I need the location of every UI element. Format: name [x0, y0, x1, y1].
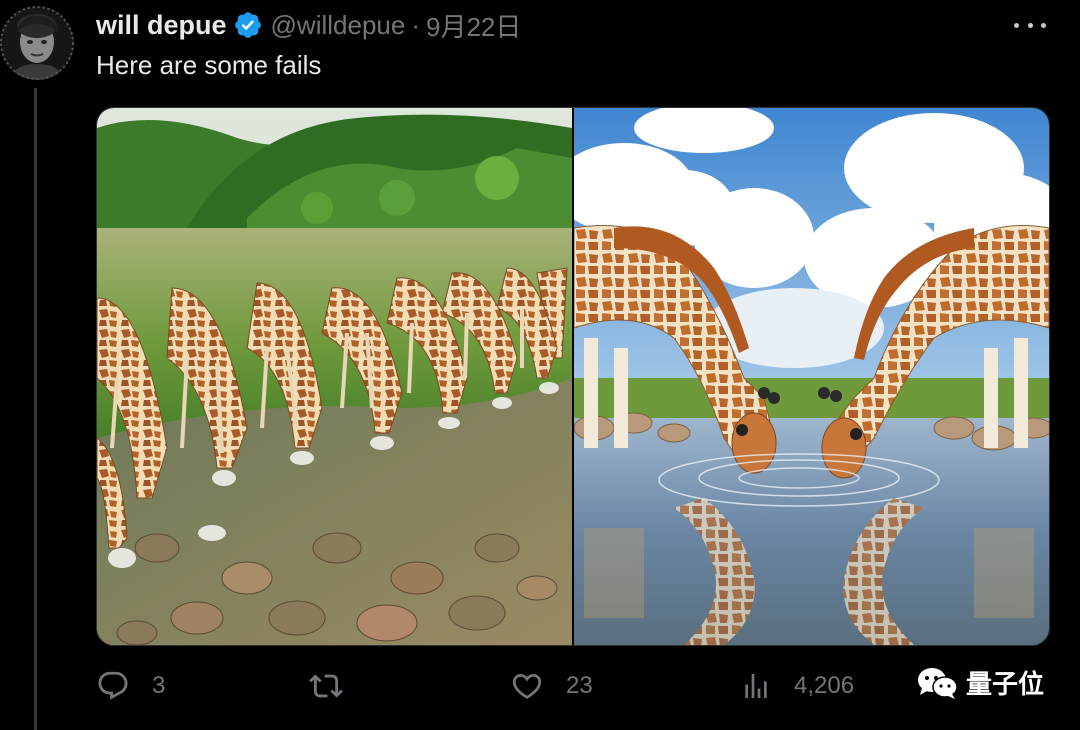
wechat-icon: [918, 667, 958, 699]
reply-count: 3: [152, 672, 166, 699]
watermark: 量子位: [916, 664, 1044, 701]
author-name[interactable]: will depue: [96, 10, 227, 41]
like-button[interactable]: 23: [510, 664, 593, 708]
retweet-icon: [309, 674, 343, 698]
views-count: 4,206: [794, 672, 855, 699]
author-handle[interactable]: @willdepue: [271, 10, 406, 41]
avatar[interactable]: [0, 6, 74, 80]
more-options-icon[interactable]: [1014, 12, 1046, 38]
thread-line: [34, 88, 37, 730]
reply-icon: [98, 671, 128, 700]
tweet-date[interactable]: 9月22日: [426, 7, 521, 44]
views-icon: [745, 674, 767, 698]
reply-button[interactable]: 3: [96, 664, 165, 708]
views-button[interactable]: 4,206: [740, 664, 854, 708]
watermark-text: 量子位: [966, 669, 1045, 699]
media-grid: [96, 107, 1050, 646]
image-right[interactable]: [574, 108, 1049, 645]
separator-dot: ·: [411, 9, 421, 40]
like-icon: [512, 673, 542, 699]
tweet-text: Here are some fails: [96, 50, 322, 80]
tweet: will depue @willdepue · 9月22日 Here are s…: [0, 0, 1080, 730]
image-left[interactable]: [97, 108, 572, 645]
verified-badge-icon: [233, 10, 263, 40]
action-bar: 3 23 4,206: [96, 664, 1048, 708]
retweet-button[interactable]: [308, 664, 366, 708]
like-count: 23: [566, 672, 593, 699]
tweet-header: will depue @willdepue · 9月22日: [96, 8, 521, 42]
